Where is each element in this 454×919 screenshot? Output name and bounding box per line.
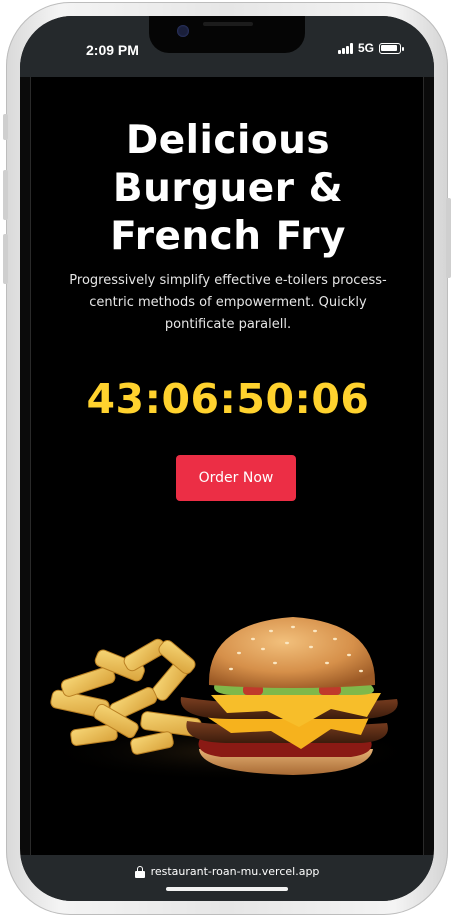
hero-title-line-1: Delicious (125, 118, 331, 163)
lock-icon (134, 865, 145, 878)
hero-description-line-1: Progressively simplify effective e-toile… (69, 273, 387, 288)
countdown-timer: 43:06:50:06 (86, 375, 370, 423)
order-now-button[interactable]: Order Now (176, 455, 296, 501)
phone-frame: 2:09 PM 5G Delicious Burguer & French Fr… (3, 2, 451, 915)
hero-title-line-3: French Fry (110, 214, 346, 259)
browser-address-bar[interactable]: restaurant-roan-mu.vercel.app (20, 855, 434, 901)
home-indicator[interactable] (166, 887, 288, 891)
silent-switch (3, 114, 8, 140)
hero-description-line-3: pontificate paralell. (164, 317, 292, 332)
hero-description-line-2: centric methods of empowerment. Quickly (89, 295, 367, 310)
status-bar: 2:09 PM 5G (20, 16, 434, 77)
front-camera-icon (177, 25, 189, 37)
hero-title-line-2: Burguer & (112, 166, 344, 211)
volume-down-button (3, 234, 8, 284)
status-time: 2:09 PM (86, 42, 139, 58)
hero-title: Delicious Burguer & French Fry (31, 117, 425, 261)
network-type: 5G (358, 41, 375, 55)
webpage-content[interactable]: Delicious Burguer & French Fry Progressi… (30, 77, 424, 855)
url-row[interactable]: restaurant-roan-mu.vercel.app (20, 865, 434, 878)
power-button (446, 198, 451, 278)
burger-fries-image (41, 617, 421, 782)
volume-up-button (3, 170, 8, 220)
notch (149, 16, 305, 53)
battery-icon (379, 42, 405, 54)
phone-screen: 2:09 PM 5G Delicious Burguer & French Fr… (20, 16, 434, 901)
hero-description: Progressively simplify effective e-toile… (63, 270, 393, 336)
signal-bars-icon (338, 42, 353, 54)
speaker-grille (203, 22, 253, 26)
status-icons: 5G (338, 41, 405, 55)
url-text[interactable]: restaurant-roan-mu.vercel.app (151, 865, 320, 878)
burger (180, 617, 398, 775)
